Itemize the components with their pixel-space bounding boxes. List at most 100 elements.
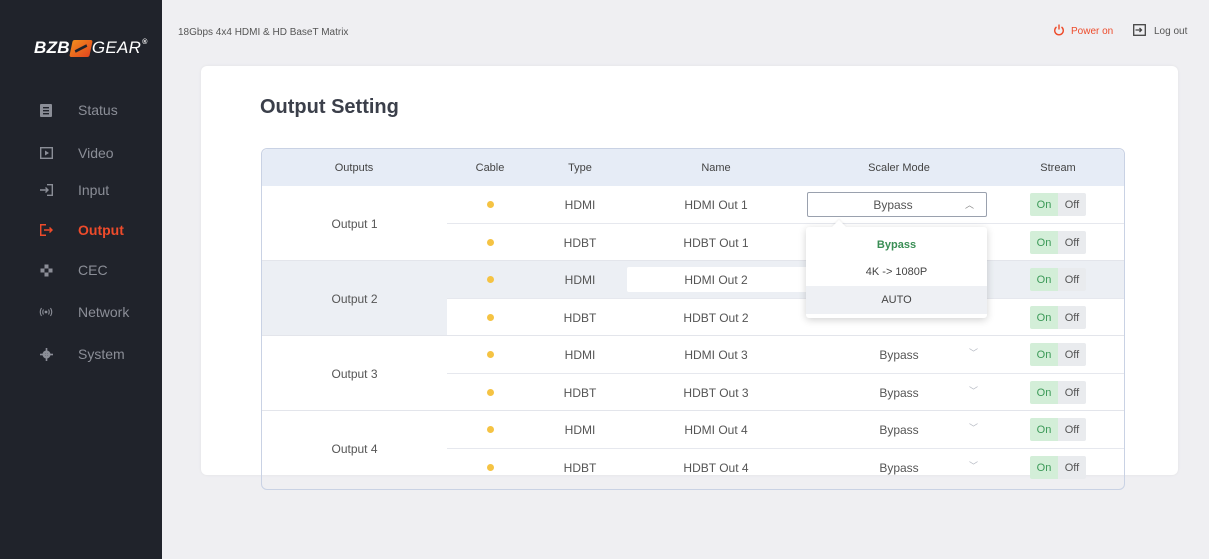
dropdown-option-4k-1080p[interactable]: 4K -> 1080P (806, 258, 987, 286)
stream-on-button[interactable]: On (1030, 456, 1058, 479)
stream-off-button[interactable]: Off (1058, 381, 1086, 404)
sidebar-item-label: CEC (78, 262, 108, 278)
wifi-signal-icon (39, 305, 53, 319)
sidebar-item-network[interactable]: Network (0, 297, 162, 327)
stream-off-button[interactable]: Off (1058, 306, 1086, 329)
sidebar-item-output[interactable]: Output (0, 215, 162, 245)
type-cell: HDBT (563, 461, 597, 475)
stream-off-button[interactable]: Off (1058, 456, 1086, 479)
logout-button[interactable]: Log out (1133, 24, 1187, 39)
type-cell: HDMI (564, 273, 596, 287)
output-group-2: Output 2 HDMI HDMI Out 2 On Off HDBT HDB… (262, 261, 1124, 336)
stream-on-button[interactable]: On (1030, 231, 1058, 254)
stream-off-button[interactable]: Off (1058, 418, 1086, 441)
sidebar-item-video[interactable]: Video (0, 138, 162, 168)
cable-status-dot (487, 464, 494, 471)
name-cell[interactable]: HDMI Out 3 (684, 348, 747, 362)
power-button[interactable]: Power on (1053, 24, 1113, 39)
cable-status-dot (487, 239, 494, 246)
table-row: HDMI HDMI Out 1 Bypass ︿ On Off (262, 186, 1124, 223)
output-group-4: Output 4 HDMI HDMI Out 4 Bypass ﹀ On Off… (262, 411, 1124, 486)
scaler-mode-select[interactable]: Bypass (879, 461, 918, 475)
scaler-mode-select[interactable]: Bypass (879, 423, 918, 437)
scaler-mode-select[interactable]: Bypass ︿ (807, 192, 987, 217)
name-cell[interactable]: HDMI Out 2 (684, 273, 747, 287)
dropdown-option-bypass[interactable]: Bypass (806, 231, 987, 259)
stream-on-button[interactable]: On (1030, 381, 1058, 404)
stream-off-button[interactable]: Off (1058, 231, 1086, 254)
sidebar-item-status[interactable]: Status (0, 95, 162, 125)
sidebar-item-label: Input (78, 182, 110, 198)
cable-status-dot (487, 351, 494, 358)
logout-icon (1133, 24, 1146, 39)
stream-on-button[interactable]: On (1030, 268, 1058, 291)
stream-toggle[interactable]: On Off (1030, 343, 1086, 366)
name-cell[interactable]: HDBT Out 4 (683, 461, 748, 475)
cable-status-dot (487, 276, 494, 283)
stream-off-button[interactable]: Off (1058, 268, 1086, 291)
chevron-down-icon[interactable]: ﹀ (969, 459, 978, 472)
scaler-mode-select[interactable]: Bypass (879, 348, 918, 362)
cable-status-dot (487, 201, 494, 208)
output-table: Outputs Cable Type Name Scaler Mode Stre… (261, 148, 1125, 490)
stream-on-button[interactable]: On (1030, 306, 1058, 329)
cable-status-dot (487, 314, 494, 321)
sidebar-item-system[interactable]: System (0, 339, 162, 369)
name-cell[interactable]: HDMI Out 4 (684, 423, 747, 437)
chevron-down-icon[interactable]: ﹀ (969, 346, 978, 359)
stream-off-button[interactable]: Off (1058, 193, 1086, 216)
logout-label: Log out (1154, 26, 1188, 37)
brand-bzb: BZB (34, 38, 70, 57)
output-group-3: Output 3 HDMI HDMI Out 3 Bypass ﹀ On Off… (262, 336, 1124, 411)
cable-status-dot (487, 426, 494, 433)
scaler-mode-select[interactable]: Bypass (879, 386, 918, 400)
sidebar-item-label: Output (78, 222, 124, 238)
chevron-up-icon: ︿ (964, 200, 974, 210)
play-box-icon (39, 146, 53, 160)
header-outputs: Outputs (334, 162, 374, 174)
stream-off-button[interactable]: Off (1058, 343, 1086, 366)
table-row: HDBT HDBT Out 1 On Off (262, 224, 1124, 261)
chevron-down-icon[interactable]: ﹀ (969, 384, 978, 397)
table-row: HDMI HDMI Out 2 On Off (262, 261, 1124, 298)
chevron-down-icon[interactable]: ﹀ (969, 421, 978, 434)
power-label: Power on (1071, 26, 1114, 37)
stream-on-button[interactable]: On (1030, 418, 1058, 441)
cable-status-dot (487, 389, 494, 396)
output-group-1: Output 1 HDMI HDMI Out 1 Bypass ︿ On Off (262, 186, 1124, 261)
stream-toggle[interactable]: On Off (1030, 456, 1086, 479)
dropdown-option-auto[interactable]: AUTO (806, 286, 987, 314)
stream-toggle[interactable]: On Off (1030, 306, 1086, 329)
stream-toggle[interactable]: On Off (1030, 381, 1086, 404)
stream-toggle[interactable]: On Off (1030, 268, 1086, 291)
name-cell[interactable]: HDBT Out 3 (683, 386, 748, 400)
type-cell: HDBT (563, 311, 597, 325)
brand-gear: GEAR (91, 38, 142, 57)
table-row: HDMI HDMI Out 4 Bypass ﹀ On Off (262, 411, 1124, 448)
sidebar: BZB GEAR ® Status Video Input Output CEC (0, 0, 162, 559)
document-icon (39, 103, 53, 117)
stream-on-button[interactable]: On (1030, 343, 1058, 366)
stream-on-button[interactable]: On (1030, 193, 1058, 216)
stream-toggle[interactable]: On Off (1030, 193, 1086, 216)
name-cell[interactable]: HDMI Out 1 (684, 198, 747, 212)
type-cell: HDBT (563, 236, 597, 250)
sidebar-item-label: Video (78, 145, 114, 161)
sidebar-item-cec[interactable]: CEC (0, 255, 162, 285)
header-scaler-mode: Scaler Mode (868, 162, 930, 174)
sidebar-item-input[interactable]: Input (0, 175, 162, 205)
scaler-mode-dropdown: Bypass 4K -> 1080P AUTO (806, 219, 987, 318)
sidebar-item-label: Network (78, 304, 130, 320)
name-cell[interactable]: HDBT Out 1 (683, 236, 748, 250)
brand-reg: ® (142, 39, 148, 46)
sidebar-item-label: System (78, 346, 125, 362)
header-cable: Cable (475, 162, 505, 174)
table-header: Outputs Cable Type Name Scaler Mode Stre… (262, 149, 1124, 186)
cec-icon (39, 263, 53, 277)
header-name: Name (701, 162, 731, 174)
stream-toggle[interactable]: On Off (1030, 418, 1086, 441)
type-cell: HDMI (564, 423, 596, 437)
scaler-mode-value: Bypass (873, 198, 913, 212)
stream-toggle[interactable]: On Off (1030, 231, 1086, 254)
name-cell[interactable]: HDBT Out 2 (683, 311, 748, 325)
